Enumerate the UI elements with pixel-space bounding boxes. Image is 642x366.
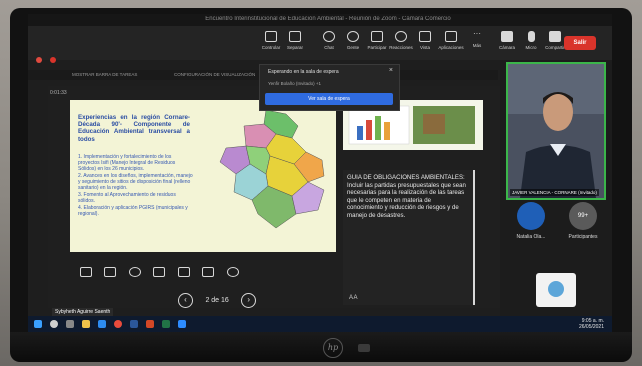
people-icon bbox=[347, 31, 359, 42]
task-view-icon[interactable] bbox=[66, 320, 74, 328]
apps-icon bbox=[445, 31, 457, 42]
slide-navigation: ‹ 2 de 16 › bbox=[178, 292, 257, 310]
avatar bbox=[548, 281, 564, 297]
close-icon[interactable]: × bbox=[389, 67, 393, 74]
participant-name: Natalia Ola... bbox=[516, 234, 546, 240]
pen-icon[interactable] bbox=[80, 267, 92, 277]
waiting-room-popup: Esperando en la sala de espera × Yenfir … bbox=[259, 64, 400, 111]
region-map bbox=[219, 109, 325, 229]
chrome-icon[interactable] bbox=[114, 320, 122, 328]
slide-title: Experiencias en la región Cornare- Décad… bbox=[78, 114, 190, 143]
blackout-icon[interactable] bbox=[177, 267, 190, 277]
view-button[interactable]: Vista bbox=[412, 31, 438, 50]
speaker-video[interactable]: JAVIER VALENCIA - CORNARE (Invitado) bbox=[506, 62, 606, 200]
reactions-button[interactable]: Reacciones bbox=[388, 31, 414, 50]
show-taskbar-link[interactable]: MOSTRAR BARRA DE TAREAS bbox=[72, 72, 137, 77]
share-icon bbox=[549, 31, 561, 42]
slide-counter: 2 de 16 bbox=[205, 297, 229, 305]
screen-icon bbox=[265, 31, 277, 42]
grid-view-icon[interactable] bbox=[104, 267, 117, 277]
minimize-dot[interactable] bbox=[50, 57, 57, 63]
self-view-thumbnail[interactable] bbox=[536, 273, 576, 307]
display-settings-link[interactable]: CONFIGURACIÓN DE VISUALIZACIÓN bbox=[174, 72, 255, 77]
slide-bullet: 3. Fomento al Aprovechamiento de residuo… bbox=[78, 192, 176, 204]
separate-button[interactable]: Separar bbox=[282, 31, 308, 50]
hp-logo: hp bbox=[323, 338, 343, 358]
view-waiting-room-button[interactable]: Ver sala de espera bbox=[265, 93, 393, 105]
window-titlebar: Encuentro Interinstitucional de Educació… bbox=[28, 14, 612, 26]
laptop-screen: Encuentro Interinstitucional de Educació… bbox=[28, 14, 612, 332]
people-button[interactable]: Gente bbox=[340, 31, 366, 50]
chat-icon bbox=[323, 31, 335, 42]
participant-count-avatar: 99+ bbox=[569, 202, 597, 230]
zoom-app-icon[interactable] bbox=[178, 320, 186, 328]
windows-taskbar: 9:05 a. m. 26/05/2021 bbox=[28, 316, 612, 332]
previous-slide-button[interactable]: ‹ bbox=[178, 293, 193, 309]
mail-icon[interactable] bbox=[98, 320, 106, 328]
laptop-chin bbox=[10, 332, 632, 362]
powerpoint-icon[interactable] bbox=[146, 320, 154, 328]
split-icon bbox=[289, 31, 301, 42]
apps-button[interactable]: Aplicaciones bbox=[438, 31, 464, 50]
magnifier-icon[interactable] bbox=[128, 267, 141, 277]
slide-bullet-list: 1. Implementación y fortalecimiento de l… bbox=[78, 154, 194, 218]
close-dot[interactable] bbox=[36, 57, 42, 63]
speaker-notes[interactable]: GUIA DE OBLIGACIONES AMBIENTALES: Inclui… bbox=[343, 170, 475, 305]
speaker-figure bbox=[508, 64, 604, 198]
window-controls bbox=[36, 50, 60, 68]
more-options-icon[interactable] bbox=[226, 267, 239, 277]
current-slide: Experiencias en la región Cornare- Décad… bbox=[70, 100, 336, 252]
slide-bullet: 1. Implementación y fortalecimiento de l… bbox=[78, 154, 176, 172]
screen-share-icon[interactable] bbox=[153, 267, 166, 277]
presenter-name-tag: Sybyheth Aguirre Saenth bbox=[52, 308, 114, 316]
font-size-controls[interactable]: A A bbox=[349, 295, 358, 301]
speaker-name: JAVIER VALENCIA - CORNARE (Invitado) bbox=[510, 189, 599, 196]
zoom-toolbar: Controlar Separar Chat Gente Participar … bbox=[28, 26, 612, 63]
more-button[interactable]: ··· Más bbox=[464, 29, 490, 49]
presentation-timer: 0:01:33 bbox=[50, 90, 67, 96]
mic-button[interactable]: Micro bbox=[518, 31, 544, 50]
grid-icon bbox=[419, 31, 431, 42]
participants-tile[interactable]: 99+ Participantes bbox=[558, 202, 608, 240]
waiting-room-title: Esperando en la sala de espera bbox=[268, 69, 339, 75]
system-clock: 9:05 a. m. 26/05/2021 bbox=[579, 318, 604, 330]
leave-button[interactable]: Salir bbox=[564, 36, 596, 50]
slide-bullet: 4. Elaboración y aplicación PGIRS (munic… bbox=[78, 205, 188, 217]
windows-start-icon[interactable] bbox=[34, 320, 42, 328]
avatar bbox=[517, 202, 545, 230]
more-icon: ··· bbox=[473, 29, 481, 38]
camera-button[interactable]: Cámara bbox=[494, 31, 520, 50]
control-button[interactable]: Controlar bbox=[258, 31, 284, 50]
excel-icon[interactable] bbox=[162, 320, 170, 328]
participants-label: Participantes bbox=[568, 234, 598, 240]
slide-bullet: 2. Avances en los diseños, implementació… bbox=[78, 173, 193, 191]
presenter-tools bbox=[80, 264, 247, 282]
waiting-person: Yenfir Bolaño (Invitado) +1 bbox=[268, 81, 321, 86]
hand-icon bbox=[371, 31, 383, 42]
chat-button[interactable]: Chat bbox=[316, 31, 342, 50]
subtitles-icon[interactable] bbox=[202, 267, 215, 277]
word-icon[interactable] bbox=[130, 320, 138, 328]
participate-button[interactable]: Participar bbox=[364, 31, 390, 50]
speaker-notes-text: GUIA DE OBLIGACIONES AMBIENTALES: Inclui… bbox=[347, 174, 466, 219]
camera-icon bbox=[501, 31, 513, 42]
participant-tile[interactable]: Natalia Ola... bbox=[506, 202, 556, 240]
window-title: Encuentro Interinstitucional de Educació… bbox=[205, 16, 451, 22]
next-slide-button[interactable]: › bbox=[241, 293, 257, 309]
clock-date: 26/05/2021 bbox=[578, 324, 604, 330]
microphone-icon bbox=[527, 31, 535, 42]
smiley-icon bbox=[395, 31, 407, 42]
file-explorer-icon[interactable] bbox=[82, 320, 90, 328]
chin-sticker bbox=[358, 344, 370, 352]
search-icon[interactable] bbox=[50, 320, 58, 328]
